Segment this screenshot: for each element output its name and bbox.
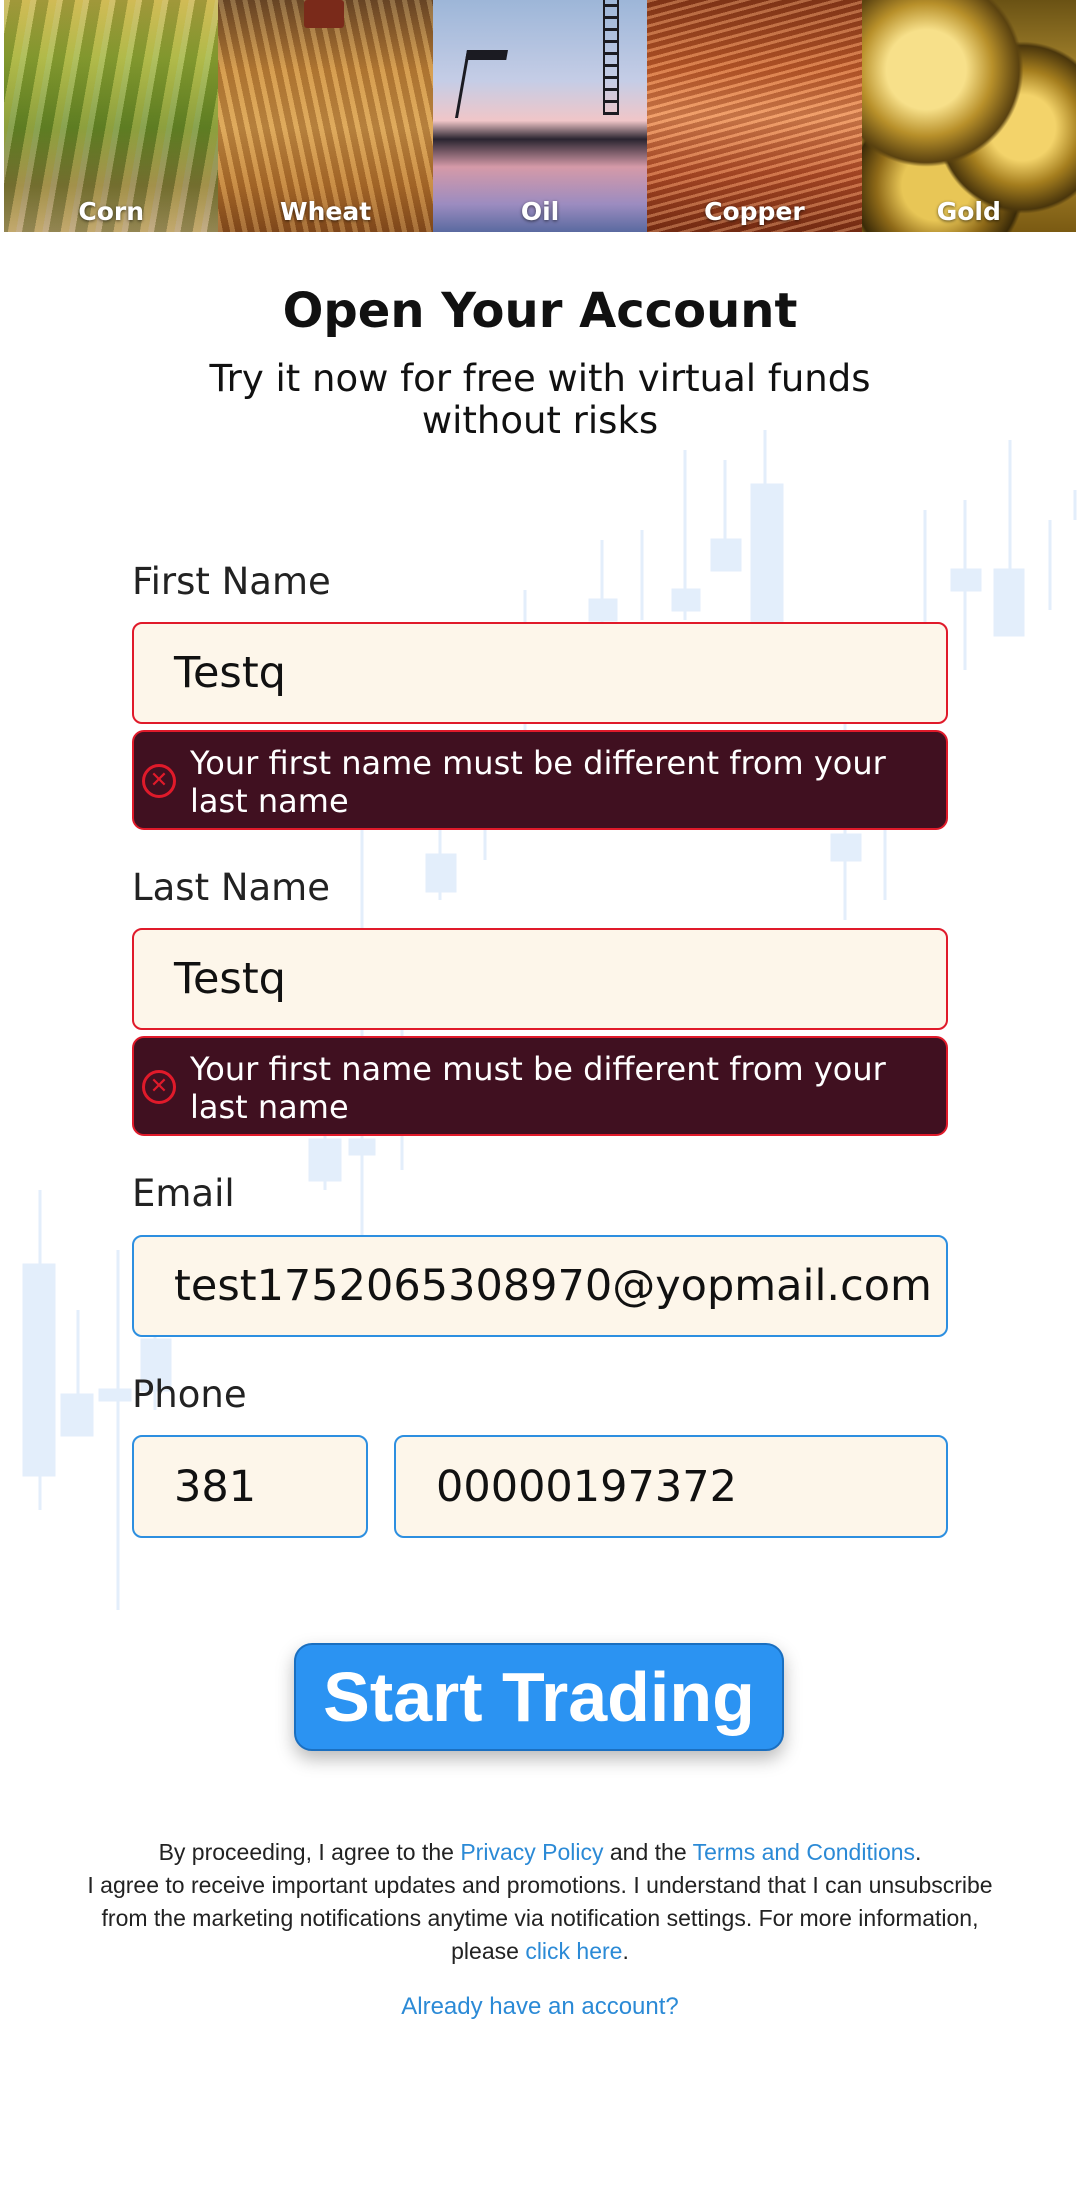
commodity-banner: Corn Wheat Oil Copper Gold: [4, 0, 1077, 232]
legal-text: .: [622, 1938, 629, 1964]
last-name-input[interactable]: Testq: [132, 928, 948, 1030]
privacy-policy-link[interactable]: Privacy Policy: [460, 1839, 603, 1865]
page-subtitle: Try it now for free with virtual funds w…: [209, 357, 871, 442]
first-name-value: Testq: [174, 648, 286, 698]
phone-number-value: 00000197372: [436, 1461, 737, 1512]
error-icon: ✕: [142, 764, 176, 798]
corn-image: Corn: [4, 0, 219, 232]
copper-label: Copper: [704, 197, 805, 226]
oil-label: Oil: [520, 197, 560, 226]
already-have-account-link[interactable]: Already have an account?: [401, 1993, 679, 2020]
first-name-label: First Name: [132, 560, 331, 603]
legal-text: and the: [603, 1839, 693, 1865]
wheat-image: Wheat: [218, 0, 433, 232]
last-name-error-text: Your first name must be different from y…: [190, 1050, 886, 1126]
email-value: test1752065308970@yopmail.com: [174, 1261, 932, 1311]
corn-label: Corn: [78, 197, 145, 226]
gold-label: Gold: [936, 197, 1001, 226]
last-name-error: ✕ Your first name must be different from…: [132, 1036, 948, 1136]
legal-text: .: [915, 1839, 922, 1865]
legal-text: By proceeding, I agree to the: [158, 1839, 461, 1865]
wheat-label: Wheat: [280, 197, 372, 226]
oil-image: Oil: [432, 0, 648, 232]
error-icon: ✕: [142, 1070, 176, 1104]
last-name-value: Testq: [174, 954, 286, 1004]
first-name-input[interactable]: Testq: [132, 622, 948, 724]
email-label: Email: [132, 1172, 235, 1215]
legal-disclaimer: By proceeding, I agree to the Privacy Po…: [80, 1836, 1000, 1968]
page-title: Open Your Account: [282, 283, 798, 339]
phone-number-input[interactable]: 00000197372: [394, 1435, 948, 1538]
email-input[interactable]: test1752065308970@yopmail.com: [132, 1235, 948, 1337]
gold-image: Gold: [861, 0, 1077, 232]
phone-country-code-input[interactable]: 381: [132, 1435, 368, 1538]
phone-country-code-value: 381: [174, 1461, 257, 1512]
first-name-error: ✕ Your first name must be different from…: [132, 730, 948, 830]
last-name-label: Last Name: [132, 866, 330, 909]
first-name-error-text: Your first name must be different from y…: [190, 744, 886, 820]
copper-image: Copper: [647, 0, 862, 232]
phone-label: Phone: [132, 1373, 247, 1416]
start-trading-button[interactable]: Start Trading: [294, 1643, 784, 1751]
terms-link[interactable]: Terms and Conditions: [693, 1839, 915, 1865]
click-here-link[interactable]: click here: [525, 1938, 622, 1964]
login-link-row: Already have an account?: [0, 1993, 1080, 2021]
